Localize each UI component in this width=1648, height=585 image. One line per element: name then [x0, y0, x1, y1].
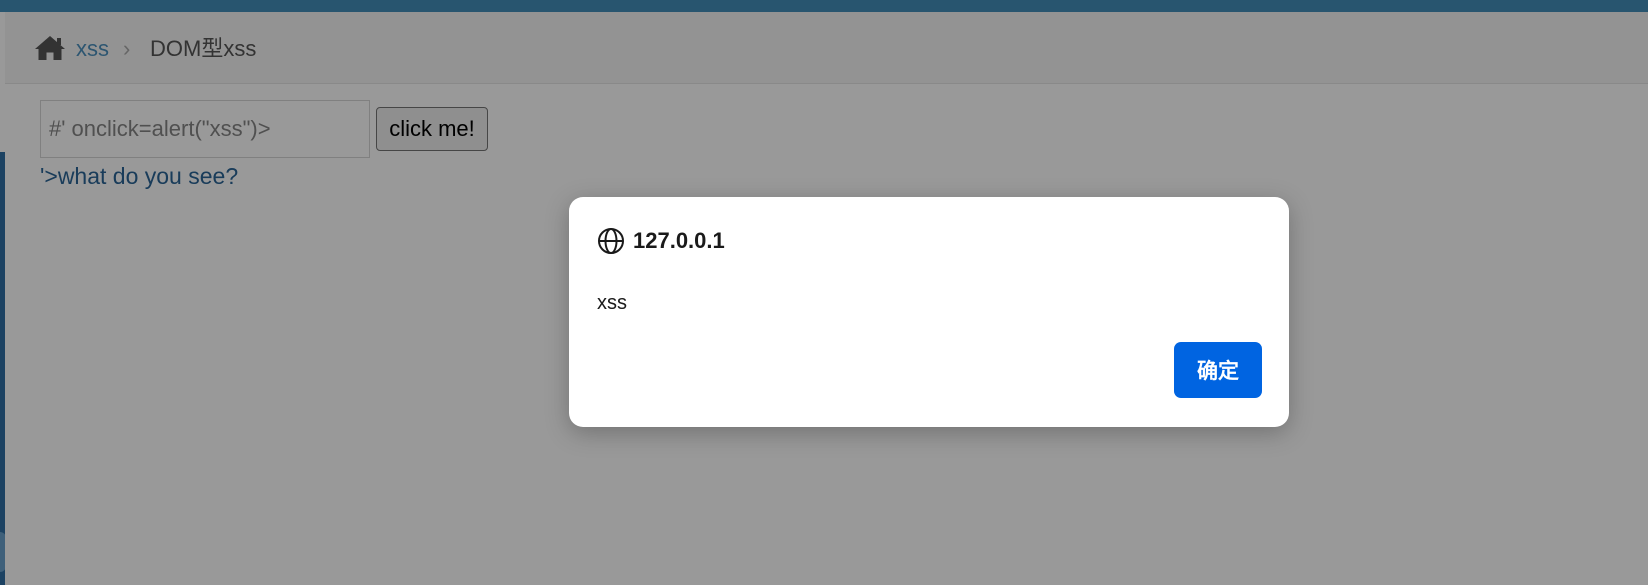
- dialog-message: xss: [597, 292, 627, 314]
- globe-icon: [598, 228, 624, 254]
- alert-dialog: 127.0.0.1 xss 确定: [569, 197, 1289, 427]
- dialog-origin: 127.0.0.1: [633, 228, 725, 253]
- ok-button[interactable]: 确定: [1174, 342, 1262, 398]
